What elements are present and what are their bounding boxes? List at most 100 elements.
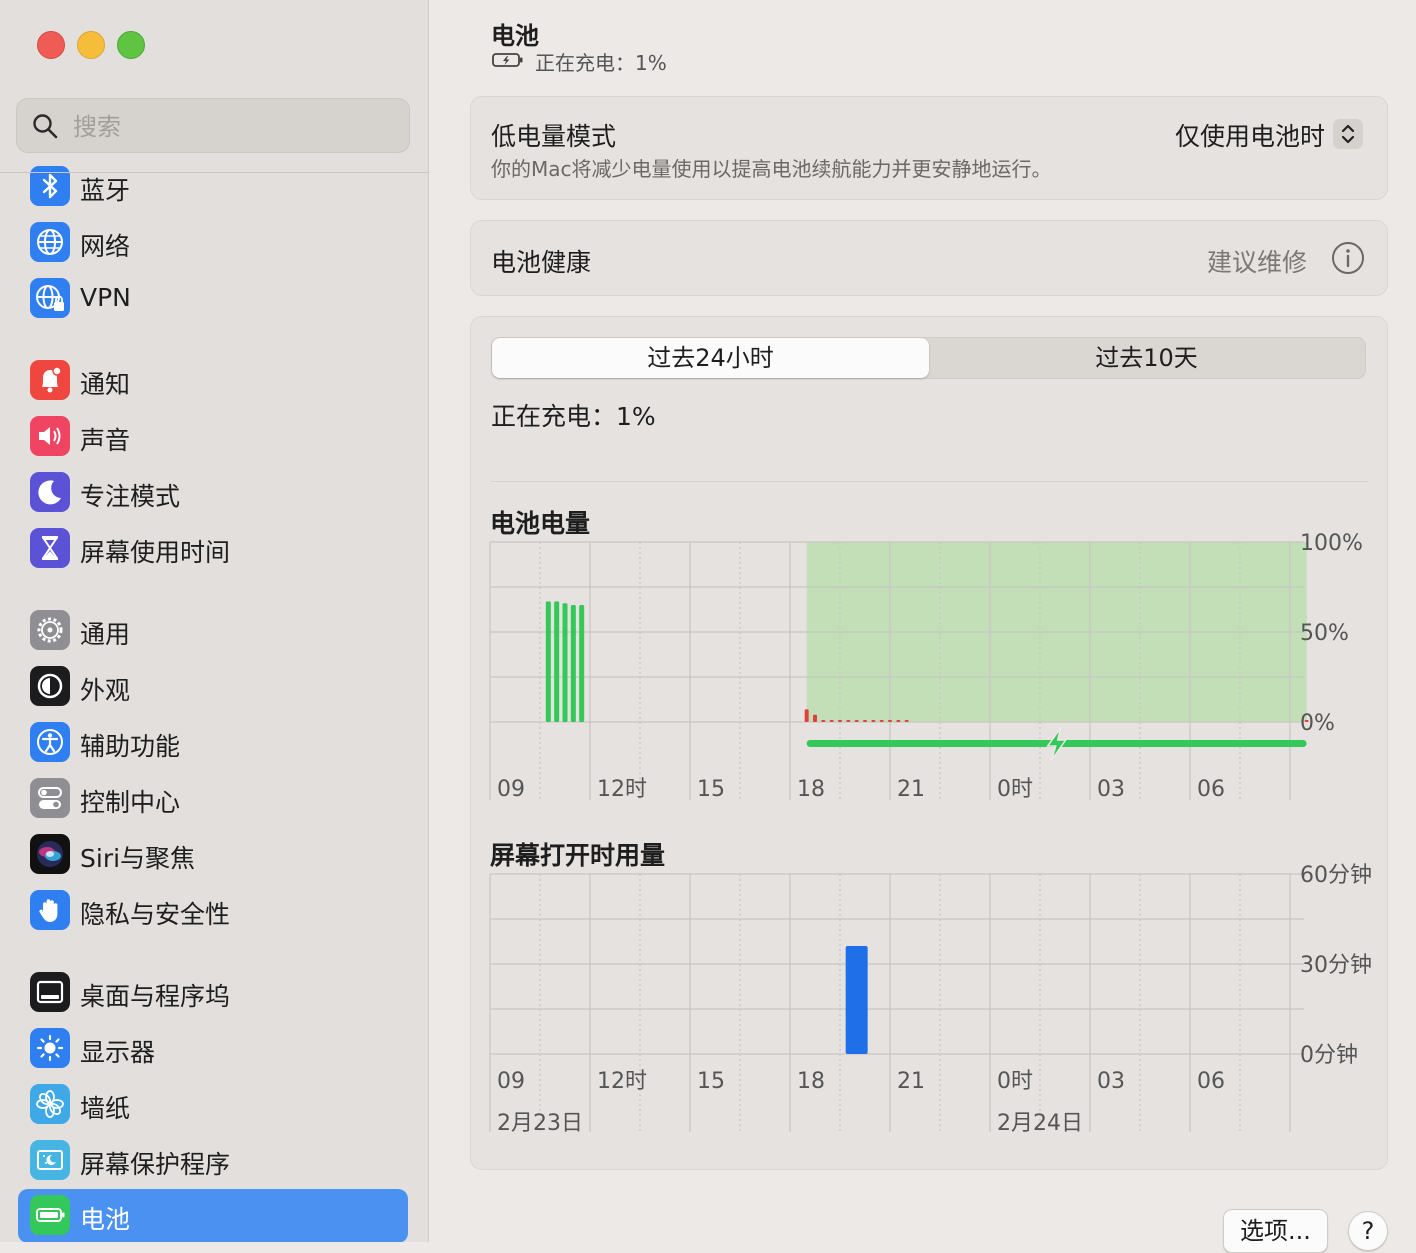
sidebar-item-general[interactable]: 通用	[18, 604, 408, 658]
flower-icon	[30, 1084, 70, 1124]
x-tick-label: 12时	[597, 1069, 647, 1094]
low-battery-bar	[813, 714, 817, 722]
x-tick-label: 15	[697, 777, 725, 802]
sidebar-item-label: 通用	[80, 620, 131, 649]
battery-level-bar	[562, 603, 568, 722]
charts-svg: 100% 50% 0% 09 12时 15 18 21 0时 03 06 60分钟 30分钟 0分钟 09…	[489, 531, 1372, 1136]
battery-icon	[30, 1195, 70, 1235]
x-tick-label: 03	[1097, 777, 1125, 802]
y-tick-label: 0%	[1300, 711, 1335, 736]
sidebar-item-label: 专注模式	[80, 482, 181, 511]
options-button[interactable]: 选项...	[1223, 1209, 1328, 1253]
sidebar-item-privacy[interactable]: 隐私与安全性	[18, 884, 408, 938]
battery-level-bar	[554, 601, 560, 722]
sidebar-item-accessibility[interactable]: 辅助功能	[18, 716, 408, 770]
low-battery-bar	[888, 720, 892, 722]
hand-icon	[30, 890, 70, 930]
sidebar-item-label: 控制中心	[80, 788, 181, 817]
battery-level-bar	[545, 601, 551, 722]
sidebar-item-label: 屏幕保护程序	[80, 1150, 231, 1179]
low-battery-bar	[896, 720, 901, 722]
low-battery-bar	[821, 720, 826, 722]
sidebar-item-label: 声音	[80, 426, 131, 455]
sun-icon	[30, 1028, 70, 1068]
low-battery-bar	[829, 720, 834, 722]
dock-icon	[30, 972, 70, 1012]
globe-icon	[30, 222, 70, 262]
bell-icon	[30, 360, 70, 400]
date-label: 2月24日	[997, 1111, 1083, 1136]
moon-icon	[30, 472, 70, 512]
low-battery-bar	[1304, 720, 1309, 722]
sidebar-item-label: 辅助功能	[80, 732, 181, 761]
x-tick-label: 18	[797, 1069, 825, 1094]
sidebar-item-screen-time[interactable]: 屏幕使用时间	[18, 522, 408, 576]
zoom-window-button[interactable]	[117, 31, 145, 59]
sidebar-item-label: 外观	[80, 676, 131, 705]
x-tick-label: 21	[897, 777, 925, 802]
vpn-globe-icon	[30, 278, 70, 318]
sidebar-item-label: 显示器	[80, 1038, 156, 1067]
siri-icon	[30, 834, 70, 874]
low-battery-bar	[871, 720, 876, 722]
sidebar-item-wallpaper[interactable]: 墙纸	[18, 1078, 408, 1132]
sidebar-item-vpn[interactable]: VPN	[18, 272, 408, 326]
low-battery-bar	[846, 720, 851, 722]
close-window-button[interactable]	[37, 31, 65, 59]
sidebar-item-label: 屏幕使用时间	[80, 538, 231, 567]
sidebar-item-siri[interactable]: Siri与聚焦	[18, 828, 408, 882]
sidebar-item-sound[interactable]: 声音	[18, 410, 408, 464]
screensaver-icon	[30, 1140, 70, 1180]
y-tick-label: 100%	[1300, 531, 1363, 556]
minimize-window-button[interactable]	[77, 31, 105, 59]
screen-usage-chart: 60分钟 30分钟 0分钟 09 12时 15 18 21 0时 03 06 2月23日 2月24日	[489, 863, 1372, 1136]
sidebar-item-label: VPN	[80, 283, 131, 312]
sidebar-item-desktop-dock[interactable]: 桌面与程序坞	[18, 966, 408, 1020]
sidebar-item-network[interactable]: 网络	[18, 216, 408, 270]
low-battery-bar	[879, 720, 884, 722]
x-tick-label: 03	[1097, 1069, 1125, 1094]
battery-level-bar	[579, 605, 585, 722]
x-tick-label: 06	[1197, 1069, 1225, 1094]
accessibility-icon	[30, 722, 70, 762]
x-tick-label: 21	[897, 1069, 925, 1094]
toggles-icon	[30, 778, 70, 818]
sidebar-item-label: 蓝牙	[80, 176, 131, 205]
sidebar-item-label: 电池	[80, 1205, 131, 1234]
sidebar-item-bluetooth[interactable]: 蓝牙	[18, 160, 408, 214]
sidebar-item-appearance[interactable]: 外观	[18, 660, 408, 714]
y-tick-label: 0分钟	[1300, 1043, 1358, 1068]
main-content: 电池 正在充电：1% 低电量模式 你的Mac将减少电量使用以提高电池续航能力并更…	[429, 0, 1416, 1253]
sidebar-item-label: 墙纸	[80, 1094, 131, 1123]
search-icon	[33, 114, 58, 139]
low-battery-bar	[854, 720, 859, 722]
sidebar-item-label: 隐私与安全性	[80, 900, 231, 929]
sidebar-item-label: Siri与聚焦	[80, 844, 196, 873]
help-button[interactable]: ?	[1348, 1211, 1388, 1251]
x-tick-label: 0时	[997, 777, 1033, 802]
y-tick-label: 30分钟	[1300, 953, 1372, 978]
sidebar-item-control-center[interactable]: 控制中心	[18, 772, 408, 826]
low-battery-bar	[804, 709, 809, 722]
sidebar-item-screensaver[interactable]: 屏幕保护程序	[18, 1134, 408, 1188]
sidebar: 蓝牙 网络 VPN 通知 声音	[0, 0, 429, 1242]
search-box[interactable]	[16, 98, 410, 153]
appearance-icon	[30, 666, 70, 706]
sidebar-divider	[0, 172, 428, 173]
sidebar-item-battery[interactable]: 电池	[18, 1189, 408, 1242]
hourglass-icon	[30, 528, 70, 568]
x-tick-label: 12时	[597, 777, 647, 802]
gear-icon	[30, 610, 70, 650]
x-tick-label: 0时	[997, 1069, 1033, 1094]
low-battery-bar	[838, 720, 842, 722]
x-tick-label: 15	[697, 1069, 725, 1094]
sidebar-item-displays[interactable]: 显示器	[18, 1022, 408, 1076]
x-tick-label: 09	[497, 777, 525, 802]
x-tick-label: 09	[497, 1069, 525, 1094]
sidebar-item-focus[interactable]: 专注模式	[18, 466, 408, 520]
low-battery-bar	[904, 720, 909, 722]
date-label: 2月23日	[497, 1111, 583, 1136]
search-input[interactable]	[71, 107, 395, 147]
sidebar-item-label: 桌面与程序坞	[80, 982, 231, 1011]
sidebar-item-notifications[interactable]: 通知	[18, 354, 408, 408]
